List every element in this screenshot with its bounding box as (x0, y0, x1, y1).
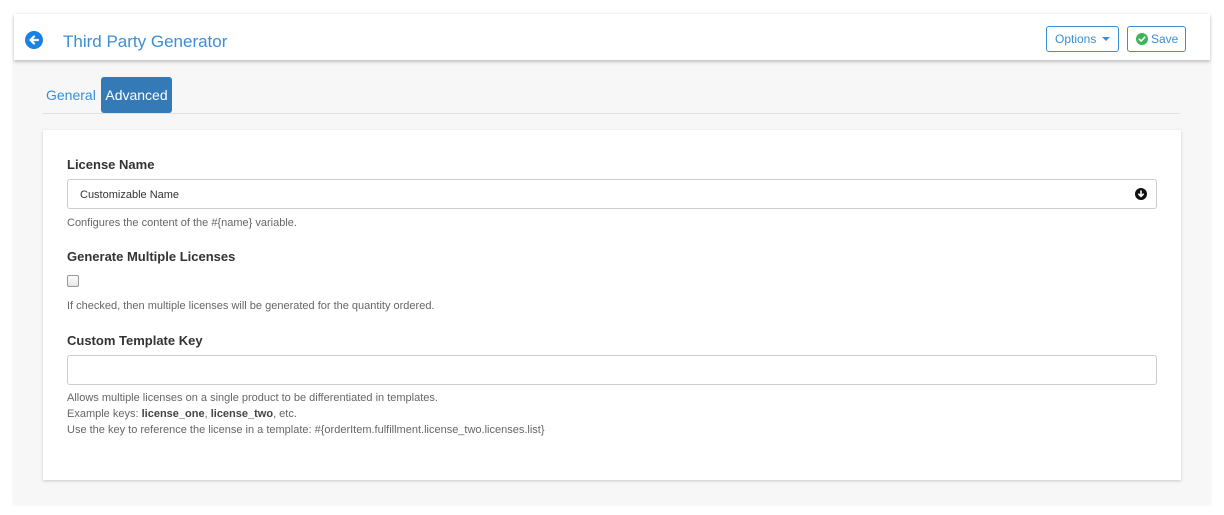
arrow-down-circle-icon[interactable] (1135, 188, 1147, 200)
tab-general[interactable]: General (46, 77, 96, 113)
page-panel: Third Party Generator Options Save Gener… (14, 14, 1210, 504)
template-key-help-line2: Example keys: license_one, license_two, … (67, 407, 297, 422)
header-bar: Third Party Generator Options Save (14, 14, 1210, 60)
check-circle-icon (1136, 33, 1148, 45)
tab-divider (43, 113, 1180, 114)
back-arrow-icon[interactable] (25, 31, 43, 49)
example-key-one: license_one (141, 408, 205, 420)
save-button[interactable]: Save (1127, 26, 1186, 52)
help-prefix: Example keys: (67, 408, 142, 420)
page-title: Third Party Generator (63, 32, 228, 51)
tab-advanced[interactable]: Advanced (101, 77, 172, 113)
example-key-two: license_two (210, 408, 274, 420)
multiple-licenses-checkbox[interactable] (67, 275, 79, 287)
options-button-label: Options (1055, 32, 1097, 46)
help-suffix: , etc. (273, 408, 297, 420)
license-name-value: Customizable Name (80, 189, 180, 201)
license-name-label: License Name (67, 157, 155, 172)
template-key-label: Custom Template Key (67, 333, 203, 348)
template-key-help-line1: Allows multiple licenses on a single pro… (67, 392, 438, 404)
template-key-help-line3: Use the key to reference the license in … (67, 424, 545, 436)
save-button-label: Save (1151, 32, 1179, 46)
multiple-licenses-help: If checked, then multiple licenses will … (67, 300, 435, 312)
caret-down-icon (1102, 37, 1111, 41)
license-name-help: Configures the content of the #{name} va… (67, 217, 297, 229)
multiple-licenses-label: Generate Multiple Licenses (67, 249, 236, 264)
settings-card: License Name Customizable Name Configure… (43, 130, 1181, 480)
license-name-field[interactable]: Customizable Name (67, 179, 1157, 209)
template-key-field[interactable] (67, 355, 1157, 385)
options-button[interactable]: Options (1046, 26, 1119, 52)
